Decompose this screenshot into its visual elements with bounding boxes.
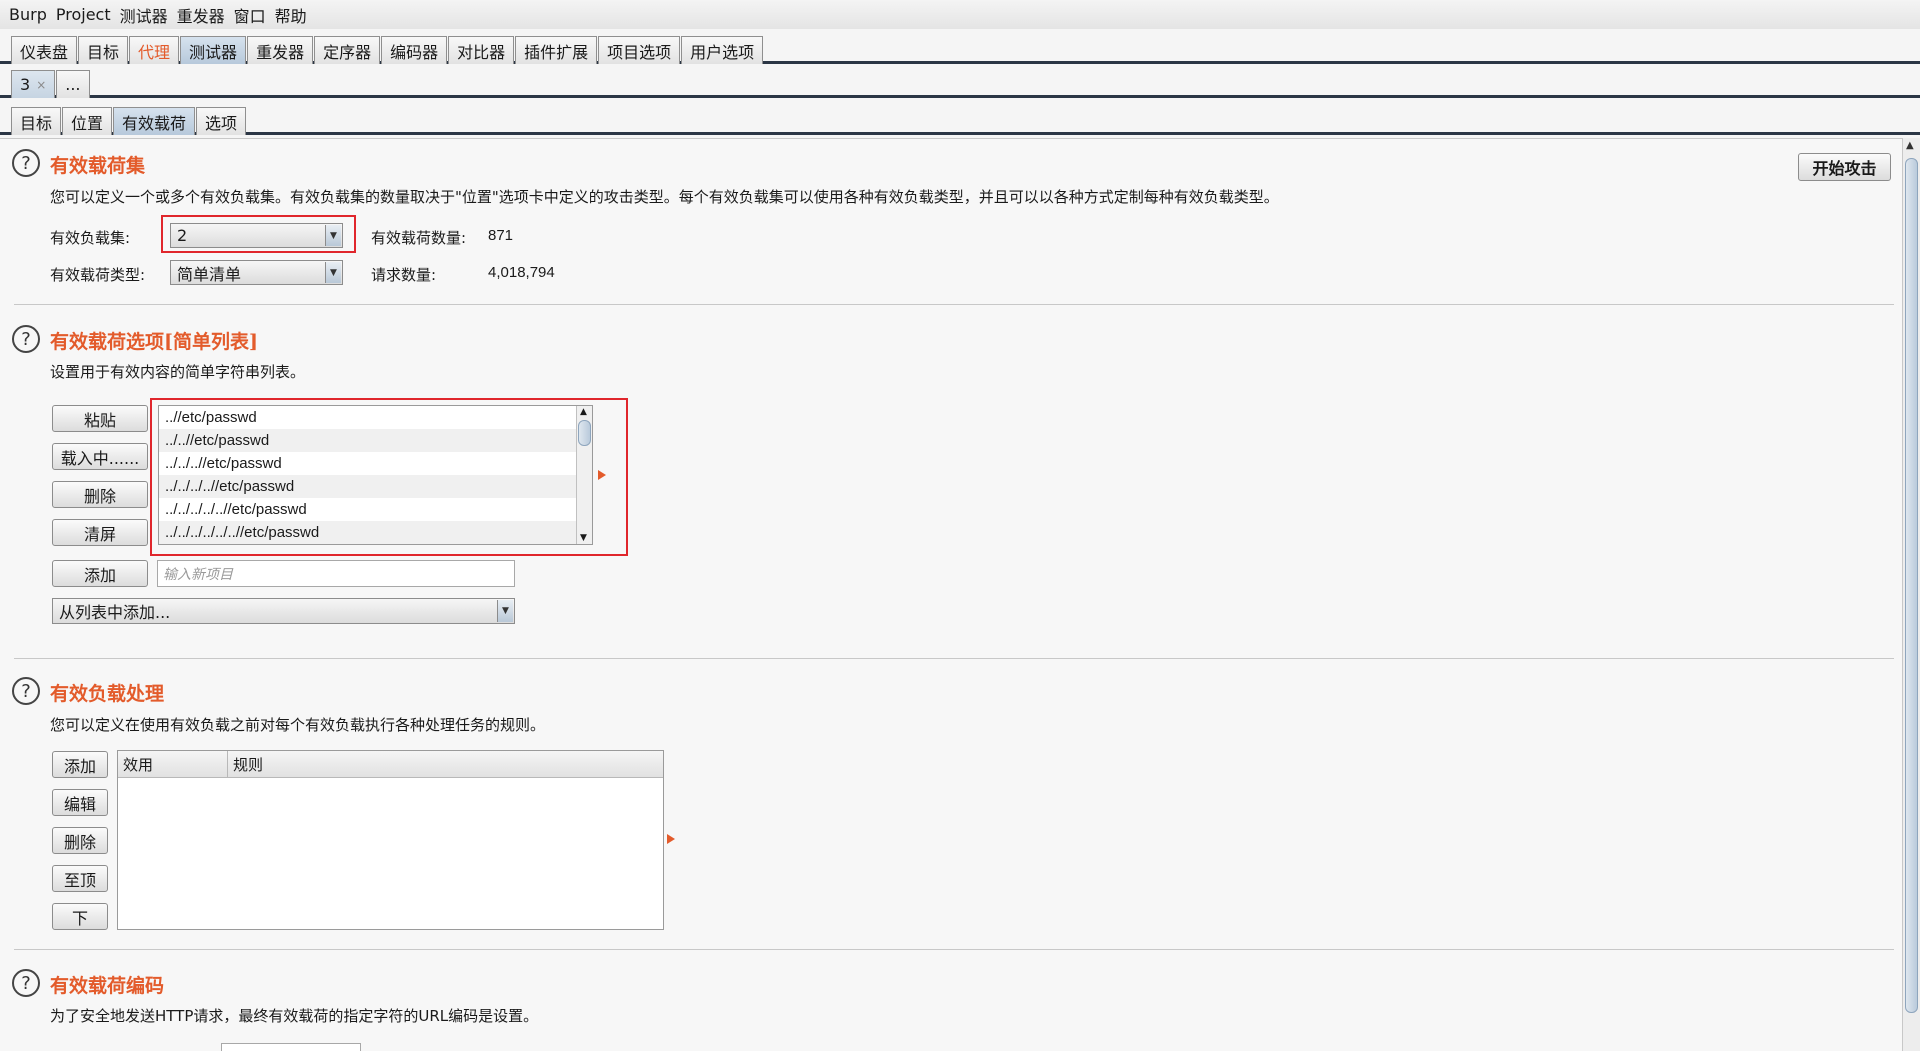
menu-intruder[interactable]: 测试器 (120, 3, 168, 27)
request-count-value: 4,018,794 (488, 264, 555, 281)
menu-help[interactable]: 帮助 (275, 3, 307, 27)
menubar: Burp Project 测试器 重发器 窗口 帮助 (0, 0, 1920, 29)
help-icon[interactable]: ? (12, 677, 40, 705)
payload-count-label: 有效载荷数量: (371, 229, 467, 247)
tab-sequencer[interactable]: 定序器 (314, 36, 381, 64)
tab-underline (0, 95, 1920, 98)
add-item-button[interactable]: 添加 (52, 560, 148, 587)
chevron-down-icon: ▼ (325, 225, 341, 246)
processing-rules-table[interactable]: 效用 规则 (117, 750, 664, 930)
menu-project[interactable]: Project (56, 5, 111, 24)
tab-user-options[interactable]: 用户选项 (681, 36, 764, 64)
chevron-down-icon: ▼ (325, 262, 341, 283)
payload-options-description: 设置用于有效内容的简单字符串列表。 (50, 363, 306, 381)
payload-processing-description: 您可以定义在使用有效负载之前对每个有效负载执行各种处理任务的规则。 (50, 716, 546, 734)
list-item[interactable]: ../../../..//etc/passwd (159, 475, 592, 498)
menu-burp[interactable]: Burp (9, 5, 47, 24)
list-scrollbar[interactable]: ▲ ▼ (576, 406, 592, 544)
instance-tab-bar: 3 × ... (0, 66, 1920, 98)
menu-repeater[interactable]: 重发器 (177, 3, 225, 27)
list-item[interactable]: ..//etc/passwd (159, 406, 592, 429)
list-item[interactable]: ../../..//etc/passwd (159, 452, 592, 475)
column-enabled[interactable]: 效用 (118, 751, 228, 777)
scrollbar-thumb[interactable] (1905, 158, 1918, 1013)
tab-underline (0, 132, 1920, 135)
tab-dashboard[interactable]: 仪表盘 (11, 36, 78, 64)
move-top-button[interactable]: 至顶 (52, 865, 108, 892)
sub-tab-bar: 目标 位置 有效载荷 选项 (0, 103, 1920, 135)
payload-list[interactable]: ..//etc/passwd ../..//etc/passwd ../../.… (158, 405, 593, 545)
move-down-button[interactable]: 下 (52, 903, 108, 930)
column-rule[interactable]: 规则 (228, 751, 663, 777)
divider (14, 658, 1894, 659)
help-icon[interactable]: ? (12, 969, 40, 997)
payload-sets-description: 您可以定义一个或多个有效负载集。有效负载集的数量取决于"位置"选项卡中定义的攻击… (50, 188, 1279, 206)
tab-comparer[interactable]: 对比器 (448, 36, 515, 64)
paste-button[interactable]: 粘贴 (52, 405, 148, 432)
payload-type-value: 简单清单 (177, 264, 242, 284)
tab-target[interactable]: 目标 (78, 36, 129, 64)
scroll-down-icon[interactable]: ▼ (580, 533, 587, 543)
start-attack-button[interactable]: 开始攻击 (1798, 153, 1891, 181)
help-icon[interactable]: ? (12, 325, 40, 353)
new-tab-button[interactable]: ... (56, 70, 90, 98)
payload-set-label: 有效负载集: (50, 229, 131, 247)
payload-encoding-description: 为了安全地发送HTTP请求，最终有效载荷的指定字符的URL编码是设置。 (50, 1007, 539, 1025)
request-count-label: 请求数量: (371, 266, 437, 284)
list-item[interactable]: ../..//etc/passwd (159, 429, 592, 452)
divider (14, 304, 1894, 305)
add-rule-button[interactable]: 添加 (52, 751, 108, 778)
table-header: 效用 规则 (118, 751, 663, 778)
tab-extender[interactable]: 插件扩展 (515, 36, 598, 64)
subtab-options[interactable]: 选项 (196, 107, 247, 135)
divider (14, 949, 1894, 950)
remove-rule-button[interactable]: 删除 (52, 827, 108, 854)
new-item-input[interactable]: 输入新项目 (157, 560, 515, 587)
payload-count-value: 871 (488, 227, 514, 244)
scroll-up-icon[interactable]: ▲ (580, 407, 587, 417)
clear-button[interactable]: 清屏 (52, 519, 148, 546)
menu-window[interactable]: 窗口 (234, 3, 266, 27)
payload-set-select[interactable]: 2 ▼ (170, 223, 343, 248)
main-tab-bar: 仪表盘 目标 代理 测试器 重发器 定序器 编码器 对比器 插件扩展 项目选项 … (0, 32, 1920, 64)
chevron-down-icon: ▼ (497, 600, 513, 622)
add-from-list-label: 从列表中添加... (59, 603, 171, 622)
expand-arrow-icon[interactable] (598, 470, 606, 480)
scrollbar-thumb[interactable] (578, 420, 591, 446)
subtab-target[interactable]: 目标 (11, 107, 62, 135)
tab-intruder[interactable]: 测试器 (180, 36, 247, 64)
list-item[interactable]: ../../../../../..//etc/passwd (159, 521, 592, 544)
payload-type-label: 有效载荷类型: (50, 266, 146, 284)
tab-project-options[interactable]: 项目选项 (598, 36, 681, 64)
remove-button[interactable]: 删除 (52, 481, 148, 508)
instance-tab-label: 3 (20, 75, 31, 94)
tab-repeater[interactable]: 重发器 (247, 36, 314, 64)
payload-type-select[interactable]: 简单清单 ▼ (170, 260, 343, 285)
encoding-field[interactable] (221, 1043, 361, 1051)
add-from-list-select[interactable]: 从列表中添加... ▼ (52, 598, 515, 624)
list-item[interactable]: ../../../../..//etc/passwd (159, 498, 592, 521)
tab-instance-3[interactable]: 3 × (11, 70, 56, 98)
expand-arrow-icon[interactable] (667, 834, 675, 844)
tab-proxy[interactable]: 代理 (129, 36, 180, 64)
close-icon[interactable]: × (36, 78, 46, 92)
load-button[interactable]: 载入中...... (52, 443, 148, 470)
payload-encoding-title: 有效载荷编码 (50, 975, 165, 997)
tab-decoder[interactable]: 编码器 (381, 36, 448, 64)
payload-processing-title: 有效负载处理 (50, 683, 165, 705)
edit-rule-button[interactable]: 编辑 (52, 789, 108, 816)
payload-options-title: 有效载荷选项[简单列表] (50, 331, 258, 353)
payload-sets-title: 有效载荷集 (50, 155, 146, 177)
payload-set-value: 2 (177, 226, 188, 245)
subtab-payloads[interactable]: 有效载荷 (113, 107, 196, 135)
page-scrollbar[interactable]: ▲ (1902, 138, 1920, 1051)
help-icon[interactable]: ? (12, 149, 40, 177)
scroll-up-icon[interactable]: ▲ (1906, 140, 1914, 151)
subtab-positions[interactable]: 位置 (62, 107, 113, 135)
